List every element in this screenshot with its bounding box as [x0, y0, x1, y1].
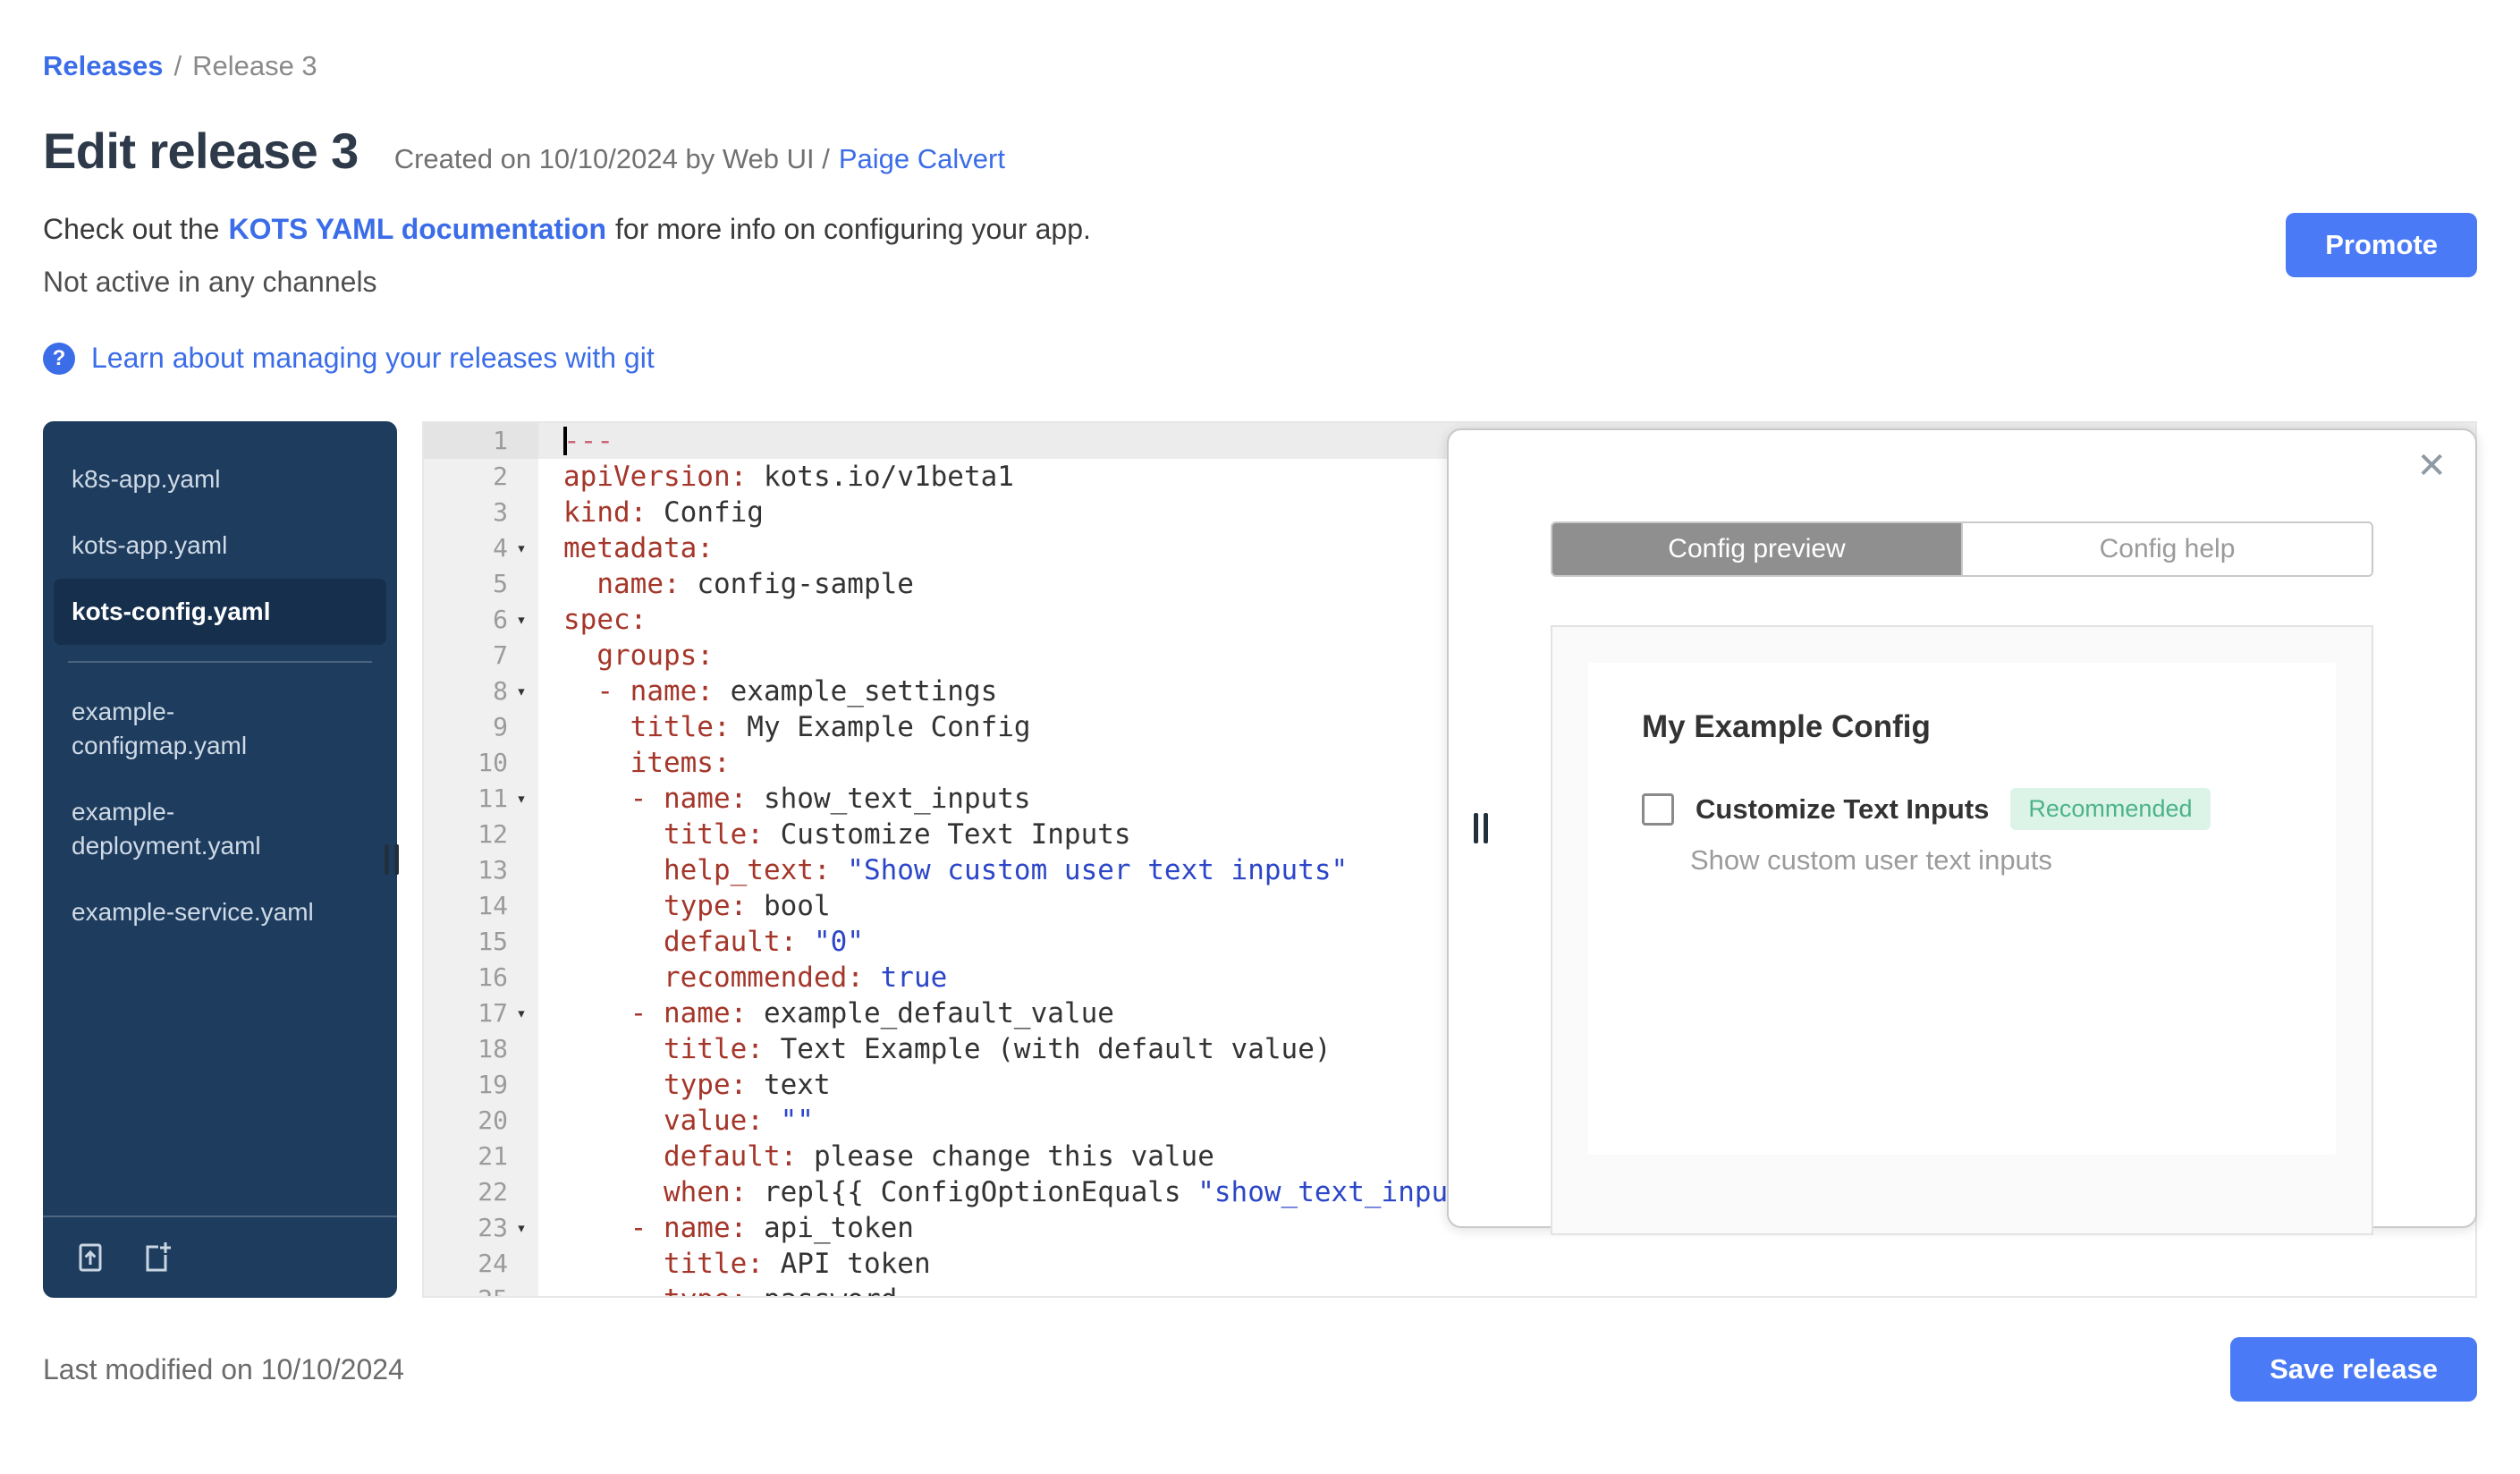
line-number: 23 ▾	[424, 1210, 538, 1246]
file-item-label: k8s-app.yaml	[72, 465, 221, 493]
line-number: 19	[424, 1067, 538, 1103]
save-release-button[interactable]: Save release	[2230, 1337, 2477, 1402]
fold-arrow-icon[interactable]: ▾	[508, 673, 535, 709]
line-number: 22	[424, 1174, 538, 1210]
import-file-icon[interactable]	[72, 1239, 109, 1276]
preview-tabs: Config preview Config help	[1551, 521, 2373, 577]
file-item-label: kots-app.yaml	[72, 531, 228, 559]
fold-arrow-icon[interactable]: ▾	[508, 602, 535, 638]
editor-shell: k8s-app.yaml kots-app.yaml kots-config.yam…	[43, 421, 2477, 1298]
footer-row: Last modified on 10/10/2024 Save release	[43, 1337, 2477, 1402]
config-group-title: My Example Config	[1642, 709, 1931, 744]
file-sidebar: k8s-app.yaml kots-app.yaml kots-config.yam…	[43, 421, 397, 1298]
info-text-block: Check out the KOTS YAML documentation fo…	[43, 213, 1091, 299]
line-number: 25	[424, 1282, 538, 1296]
breadcrumb-current: Release 3	[192, 50, 317, 81]
breadcrumb-releases-link[interactable]: Releases	[43, 50, 163, 82]
config-item: Customize Text Inputs Recommended	[1642, 788, 2282, 830]
code-line-25: 25 type: password	[424, 1282, 2475, 1296]
code-line-24: 24 title: API token	[424, 1246, 2475, 1282]
line-number: 15	[424, 924, 538, 960]
file-list: k8s-app.yaml kots-app.yaml kots-config.yam…	[43, 446, 397, 945]
file-actions	[43, 1216, 397, 1298]
line-number: 3	[424, 495, 538, 530]
line-number: 16	[424, 960, 538, 995]
file-list-divider	[68, 661, 372, 663]
config-card: My Example Config Customize Text Inputs …	[1588, 663, 2336, 1155]
sidebar-resize-handle[interactable]	[385, 844, 399, 875]
file-item-kots-app-yaml[interactable]: kots-app.yaml	[43, 513, 397, 579]
line-number: 18	[424, 1031, 538, 1067]
line-number: 14	[424, 888, 538, 924]
line-number: 9	[424, 709, 538, 745]
line-number: 20	[424, 1103, 538, 1139]
line-number: 1	[424, 423, 538, 459]
customize-text-inputs-checkbox[interactable]	[1642, 792, 1674, 826]
file-item-label: example-service.yaml	[72, 898, 314, 926]
fold-arrow-icon[interactable]: ▾	[508, 530, 535, 566]
file-item-example-service-yaml[interactable]: example-service.yaml	[43, 879, 397, 945]
line-number: 5	[424, 566, 538, 602]
breadcrumb-separator: /	[173, 50, 182, 81]
new-file-icon[interactable]	[138, 1239, 175, 1276]
file-item-kots-config-yaml[interactable]: kots-config.yaml	[54, 579, 386, 645]
git-help-link-text: Learn about managing your releases with …	[91, 342, 655, 374]
breadcrumb: Releases / Release 3	[43, 50, 2477, 82]
fold-arrow-icon[interactable]: ▾	[508, 1210, 535, 1246]
question-icon: ?	[43, 342, 75, 375]
git-help-link[interactable]: ? Learn about managing your releases wit…	[43, 342, 655, 375]
close-icon[interactable]: ✕	[2416, 448, 2447, 484]
docs-prefix: Check out the	[43, 213, 220, 245]
line-number: 2	[424, 459, 538, 495]
line-number: 21	[424, 1139, 538, 1174]
file-item-example-configmap-yaml[interactable]: example-configmap.yaml	[43, 679, 397, 779]
tab-config-preview[interactable]: Config preview	[1552, 523, 1961, 575]
file-item-label: kots-config.yaml	[72, 597, 271, 625]
preview-body: My Example Config Customize Text Inputs …	[1551, 625, 2373, 1235]
created-info: Created on 10/10/2024 by Web UI / Paige …	[394, 143, 1005, 175]
config-item-label: Customize Text Inputs	[1696, 792, 1990, 825]
config-item-help: Show custom user text inputs	[1690, 844, 2052, 876]
fold-arrow-icon[interactable]: ▾	[508, 781, 535, 817]
author-link[interactable]: Paige Calvert	[839, 143, 1005, 175]
docs-line: Check out the KOTS YAML documentation fo…	[43, 213, 1091, 246]
file-item-k8s-app-yaml[interactable]: k8s-app.yaml	[43, 446, 397, 513]
promote-button[interactable]: Promote	[2286, 213, 2477, 277]
line-number: 8 ▾	[424, 673, 538, 709]
line-number: 6 ▾	[424, 602, 538, 638]
docs-suffix: for more info on configuring your app.	[615, 213, 1091, 245]
line-number: 13	[424, 852, 538, 888]
line-number: 10	[424, 745, 538, 781]
info-row: Check out the KOTS YAML documentation fo…	[43, 213, 2477, 299]
title-row: Edit release 3 Created on 10/10/2024 by …	[43, 122, 2477, 181]
recommended-badge: Recommended	[2010, 788, 2211, 830]
kots-docs-link[interactable]: KOTS YAML documentation	[228, 213, 606, 246]
release-editor-page: Releases / Release 3 Edit release 3 Crea…	[0, 0, 2520, 1474]
line-number: 4 ▾	[424, 530, 538, 566]
config-preview-panel: ✕ Config preview Config help My Example C…	[1447, 428, 2477, 1235]
panel-resize-handle[interactable]	[1474, 813, 1488, 843]
file-item-label: example-configmap.yaml	[72, 698, 248, 759]
line-number: 11 ▾	[424, 781, 538, 817]
created-text: Created on 10/10/2024 by Web UI /	[393, 143, 830, 174]
line-number: 17 ▾	[424, 995, 538, 1031]
line-number: 7	[424, 638, 538, 673]
line-number: 24	[424, 1246, 538, 1282]
tab-config-help[interactable]: Config help	[1961, 523, 2372, 575]
file-item-example-deployment-yaml[interactable]: example-deployment.yaml	[43, 779, 397, 879]
fold-arrow-icon[interactable]: ▾	[508, 995, 535, 1031]
page-title: Edit release 3	[43, 123, 359, 179]
file-item-label: example-deployment.yaml	[72, 798, 261, 860]
channel-status: Not active in any channels	[43, 266, 377, 298]
last-modified: Last modified on 10/10/2024	[43, 1352, 404, 1385]
line-number: 12	[424, 817, 538, 852]
